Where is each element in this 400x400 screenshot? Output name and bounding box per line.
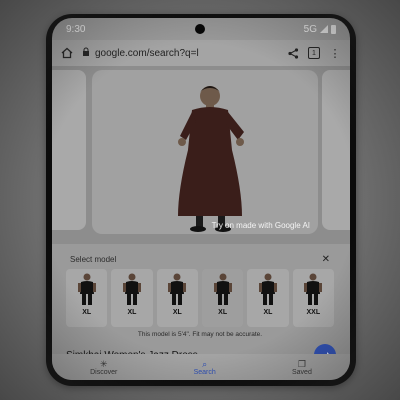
nav-item-label: Search [193, 368, 216, 376]
model-size-label: XL [263, 309, 273, 316]
battery-icon [331, 24, 336, 34]
url-text: google.com/search?q=l [95, 47, 199, 59]
url-field[interactable]: google.com/search?q=l [82, 47, 278, 60]
status-icons: 5G [304, 24, 336, 35]
model-option[interactable]: XL [66, 269, 108, 327]
phone-screen: 9:30 5G google.com/search?q=l 1 ⋮ ibal [52, 18, 350, 380]
bottom-navigation: ✳ Discover ⌕ Search ❐ Saved [52, 354, 350, 380]
model-option[interactable]: XL [247, 269, 289, 327]
model-figure [77, 273, 96, 305]
model-figure [304, 273, 323, 305]
browser-toolbar: google.com/search?q=l 1 ⋮ [52, 40, 350, 66]
nav-item-discover[interactable]: ✳ Discover [90, 359, 117, 376]
saved-icon: ❐ [297, 358, 306, 369]
model-option[interactable]: XL [201, 269, 244, 327]
front-camera [195, 24, 205, 34]
nav-item-search[interactable]: ⌕ Search [194, 359, 216, 376]
gallery-card-current[interactable]: Try on made with Google AI [92, 70, 318, 234]
home-icon[interactable] [60, 46, 74, 60]
close-icon[interactable]: ✕ [322, 254, 330, 265]
try-on-ai-label: Try on made with Google AI [211, 221, 310, 230]
network-label: 5G [303, 23, 317, 35]
status-time: 9:30 [66, 23, 86, 35]
asterisk-icon: ✳ [99, 358, 108, 369]
tab-switcher-button[interactable]: 1 [308, 47, 320, 59]
nav-item-label: Discover [90, 368, 118, 376]
model-figure [122, 273, 141, 305]
search-icon: ⌕ [202, 358, 208, 369]
model-photo [178, 86, 244, 232]
image-gallery: ibal Try [52, 66, 350, 244]
model-size-label: XL [172, 309, 182, 316]
model-size-label: XL [127, 309, 137, 316]
select-model-header: Select model ✕ [66, 252, 334, 266]
model-figure [258, 273, 277, 305]
signal-icon [320, 25, 328, 33]
model-option[interactable]: XL [111, 269, 153, 327]
model-size-label: XL [82, 309, 92, 316]
model-figure [213, 273, 232, 305]
gallery-card-next[interactable] [322, 70, 350, 230]
nav-item-saved[interactable]: ❐ Saved [292, 359, 312, 376]
nav-item-label: Saved [292, 368, 312, 376]
model-size-label: XXL [306, 309, 321, 316]
gallery-card-previous[interactable]: ibal [52, 70, 86, 230]
fit-disclaimer: This model is 5'4". Fit may not be accur… [137, 331, 263, 338]
status-bar: 9:30 5G [52, 18, 350, 40]
model-option[interactable]: XL [156, 269, 198, 327]
select-model-title: Select model [70, 254, 117, 264]
model-list: XL XL XL XL XL XXL [66, 269, 334, 327]
model-option[interactable]: XXL [292, 269, 334, 327]
select-model-panel: Select model ✕ XL XL XL XL XL XXL This model … [66, 252, 334, 340]
model-figure [168, 273, 187, 305]
lock-icon [82, 47, 90, 60]
model-size-label: XL [218, 309, 228, 316]
share-icon[interactable] [286, 46, 300, 60]
more-options-icon[interactable]: ⋮ [328, 46, 342, 60]
